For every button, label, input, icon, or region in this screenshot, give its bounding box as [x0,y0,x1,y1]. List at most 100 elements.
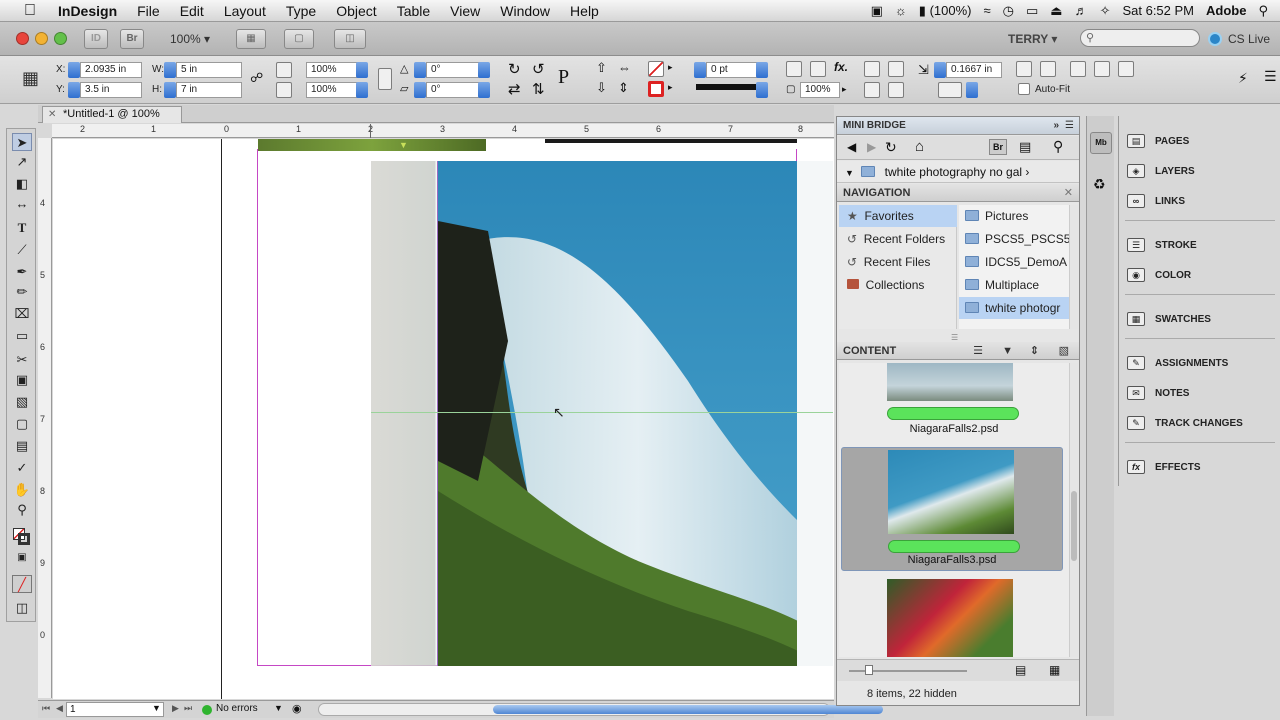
bridge-button[interactable]: Br [120,29,144,49]
nav-scrollbar[interactable] [1069,205,1078,329]
grid-view-icon[interactable]: ▦ [1049,663,1060,677]
stroke-type-dropdown[interactable] [756,82,768,98]
fill-frame-proportionally-icon[interactable] [1070,61,1086,77]
nav-recent-files[interactable]: ↺ Recent Files [839,251,930,273]
arrange-documents-icon[interactable]: ◫ [334,29,366,49]
type-tool-icon[interactable]: T [12,219,32,237]
camera-icon[interactable]: ▣ [871,3,883,19]
gap-tool-icon[interactable]: ↔ [12,195,32,213]
scrollbar-thumb[interactable] [493,705,883,714]
formatting-affects-container-icon[interactable]: ▣ [12,549,32,567]
y-field[interactable]: 3.5 in [80,82,142,98]
horizontal-scrollbar[interactable] [318,703,883,716]
menu-table[interactable]: Table [387,3,440,19]
direct-selection-tool-icon[interactable]: ↗ [12,153,32,171]
w-stepper[interactable] [164,62,176,78]
corner-shape-icon[interactable] [938,82,962,98]
view-mode-icon[interactable]: ◫ [12,599,32,617]
order-icon[interactable]: ⇕ [1030,342,1039,360]
menu-object[interactable]: Object [326,3,386,19]
ruler-guide[interactable] [371,412,833,413]
bluetooth-icon[interactable]: ✧ [1100,3,1111,19]
rotate-field[interactable]: 0° [426,62,484,78]
page-dropdown-icon[interactable]: ▼ [152,703,161,713]
scale-y-field[interactable]: 100% [306,82,362,98]
screen-mode-icon[interactable]: ▢ [284,29,314,49]
app-menu[interactable]: InDesign [48,3,127,19]
recent-icon[interactable]: ↻ [885,139,897,156]
thumbnail-image[interactable] [887,579,1013,657]
fit-frame-to-content-icon[interactable] [1040,61,1056,77]
reference-point-p-icon[interactable]: P [558,66,569,89]
constrain-scale-icon[interactable] [378,68,392,90]
note-tool-icon[interactable]: ▤ [12,437,32,455]
menu-view[interactable]: View [440,3,490,19]
effects-icon[interactable] [810,61,826,77]
distribute-icon[interactable] [864,82,880,98]
x-field[interactable]: 2.0935 in [80,62,142,78]
panel-menu-icon[interactable]: ☰ [1065,117,1074,135]
mini-bridge-panel-icon[interactable]: Mb [1090,132,1112,154]
scale-y-dropdown[interactable] [356,82,368,98]
fill-dropdown-arrow-icon[interactable]: ▸ [668,62,673,73]
offset-stepper[interactable] [934,62,946,78]
help-search-input[interactable]: ⚲ [1080,29,1200,47]
h-stepper[interactable] [164,82,176,98]
stroke-weight-stepper[interactable] [694,62,706,78]
close-tab-icon[interactable]: ✕ [48,107,56,122]
shear-dropdown[interactable] [478,82,490,98]
view-dropdown-icon[interactable]: ▤ [1015,663,1026,677]
pen-tool-icon[interactable]: ✒ [12,263,32,281]
battery-status[interactable]: ▮ (100%) [919,3,972,19]
zoom-tool-icon[interactable]: ⚲ [12,501,32,519]
cs-live-button[interactable]: CS Live [1208,32,1270,46]
opacity-field[interactable]: 100% [800,82,840,98]
folder-twhite[interactable]: twhite photogr [959,297,1069,319]
filter-icon[interactable]: ▼ [1002,342,1013,360]
previous-page-icon[interactable]: ◀ [56,703,63,714]
path-bar[interactable]: ▼ twhite photography no gal › [837,161,1079,183]
quick-apply-icon[interactable]: ⚡ [1238,70,1248,87]
select-next-icon[interactable]: ⇕ [618,80,629,96]
folder-pscs5[interactable]: PSCS5_PSCS5e [959,228,1069,250]
collapse-panel-icon[interactable]: » [1053,117,1059,135]
vertical-ruler[interactable]: 4 5 6 7 8 9 0 [38,138,52,698]
first-page-icon[interactable]: ⏮ [42,703,50,714]
panel-stroke[interactable]: ☰ STROKE [1127,232,1197,258]
placed-image-niagara[interactable] [437,161,797,666]
folder-pictures[interactable]: Pictures [959,205,1028,227]
panel-color[interactable]: ◉ COLOR [1127,262,1191,288]
stroke-type-preview[interactable] [696,84,758,90]
line-tool-icon[interactable]: ⟋ [12,241,32,259]
pencil-tool-icon[interactable]: ✏ [12,283,32,301]
scrollbar-thumb[interactable] [1071,491,1077,561]
stroke-dropdown-arrow-icon[interactable]: ▸ [668,82,673,93]
fill-swatch[interactable] [648,61,664,77]
shear-stepper[interactable] [414,82,426,98]
open-page-icon[interactable]: ◉ [292,702,302,715]
panel-effects[interactable]: fx EFFECTS [1127,454,1201,480]
hand-tool-icon[interactable]: ✋ [12,481,32,499]
minimize-window-button[interactable] [35,32,48,45]
time-machine-icon[interactable]: ◷ [1003,3,1014,19]
back-icon[interactable]: ◀ [847,140,856,154]
offset-field[interactable]: 0.1667 in [946,62,1002,78]
navigation-header[interactable]: NAVIGATION ✕ [837,184,1079,202]
fill-stroke-swatch-icon[interactable] [12,527,32,545]
panel-view-icon[interactable]: ▤ [1019,139,1031,155]
drop-shadow-icon[interactable] [786,61,802,77]
document-tab[interactable]: ✕ *Untitled-1 @ 100% [42,106,182,123]
panel-notes[interactable]: ✉ NOTES [1127,380,1189,406]
folder-multiplace[interactable]: Multiplace [959,274,1039,296]
rotate-cw-icon[interactable]: ↻ [508,60,521,78]
nav-favorites[interactable]: ★ Favorites [839,205,957,227]
content-header[interactable]: CONTENT ☰ ▼ ⇕ ▧ [837,342,1079,360]
fit-content-proportionally-icon[interactable] [1016,61,1032,77]
slider-handle[interactable] [865,665,873,675]
brightness-icon[interactable]: ☼ [895,3,907,18]
spotlight-icon[interactable]: ⚲ [1258,3,1268,19]
reference-point-icon[interactable]: ▦ [22,68,44,90]
panel-track-changes[interactable]: ✎ TRACK CHANGES [1127,410,1243,436]
forward-icon[interactable]: ▶ [867,140,876,154]
text-frame-options-icon[interactable] [888,82,904,98]
